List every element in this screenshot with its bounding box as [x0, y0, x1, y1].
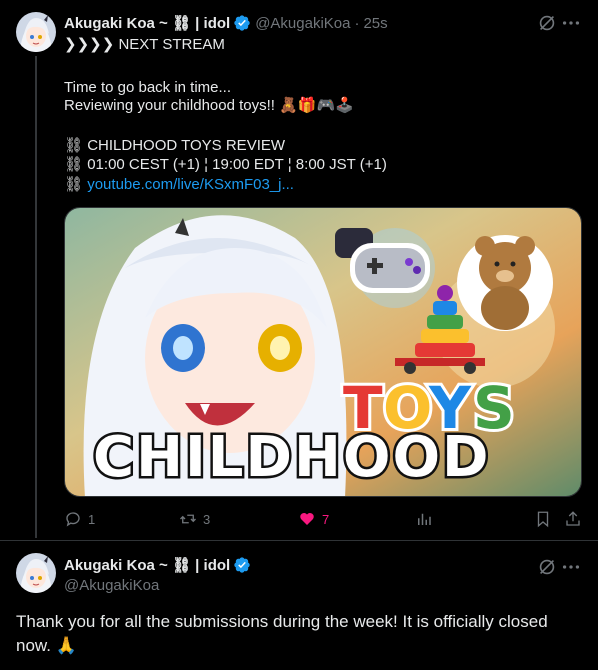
display-name[interactable]: Akugaki Koa ~ ⛓ | idol: [64, 14, 230, 32]
tweet[interactable]: Akugaki Koa ~ ⛓ | idol @AkugakiKoa · 25s…: [0, 0, 598, 540]
tweet-text-line: ⛓ CHILDHOOD TOYS REVIEW: [64, 137, 286, 154]
avatar[interactable]: [16, 553, 56, 593]
display-name[interactable]: Akugaki Koa ~ ⛓ | idol: [64, 556, 230, 574]
teddy-bear-icon: [457, 235, 553, 331]
verified-badge-icon: [234, 557, 250, 573]
share-icon: [566, 511, 580, 526]
like-button[interactable]: 7: [298, 510, 329, 528]
views-icon: [418, 513, 431, 525]
tweet-text: Thank you for all the submissions during…: [16, 612, 548, 655]
retweet-icon: [180, 514, 196, 524]
timestamp[interactable]: 25s: [363, 15, 387, 32]
grok-icon[interactable]: [536, 556, 558, 578]
tweet-text-line: ⛓ 01:00 CEST (+1) ¦ 19:00 EDT ¦ 8:00 JST…: [64, 156, 387, 173]
media-thumbnail[interactable]: T O Y S CHILDHOOD: [64, 207, 582, 497]
tweet-header: Akugaki Koa ~ ⛓ | idol @AkugakiKoa · 25s: [64, 13, 388, 33]
like-count: 7: [322, 511, 330, 527]
bookmark-button[interactable]: [534, 510, 552, 528]
tweet-text-line: Time to go back in time...: [64, 79, 232, 96]
tweet-text-line: ❯❯❯❯ NEXT STREAM: [64, 36, 225, 53]
tweet-actions: 1 3 7: [64, 510, 582, 532]
tweet-header: Akugaki Koa ~ ⛓ | idol: [64, 555, 251, 575]
grok-icon[interactable]: [536, 12, 558, 34]
user-handle[interactable]: @AkugakiKoa: [255, 15, 350, 32]
more-options-icon[interactable]: [560, 12, 582, 34]
tweet-text-line: Reviewing your childhood toys!! 🧸🎁🎮🕹️: [64, 97, 354, 114]
thumbnail-title-childhood: CHILDHOOD: [93, 425, 491, 490]
avatar[interactable]: [16, 12, 56, 52]
heart-icon: [300, 513, 314, 525]
retweet-count: 3: [203, 511, 211, 527]
user-handle[interactable]: @AkugakiKoa: [64, 577, 159, 594]
more-options-icon[interactable]: [560, 556, 582, 578]
youtube-link[interactable]: youtube.com/live/KSxmF03_j...: [87, 176, 294, 193]
reply-icon: [66, 512, 80, 527]
tweet-divider: [0, 540, 598, 541]
gamepad-icon: [350, 243, 430, 293]
share-button[interactable]: [564, 510, 582, 528]
tweet-link-line: ⛓ youtube.com/live/KSxmF03_j...: [64, 175, 294, 195]
link-prefix: ⛓: [64, 176, 88, 193]
thread-line: [35, 56, 37, 538]
bookmark-icon: [537, 511, 549, 528]
reply-button[interactable]: 1: [64, 510, 95, 528]
verified-badge-icon: [234, 15, 250, 31]
retweet-button[interactable]: 3: [179, 510, 210, 528]
separator-dot: ·: [354, 14, 360, 32]
reply-count: 1: [88, 511, 96, 527]
views-button[interactable]: [415, 510, 433, 528]
